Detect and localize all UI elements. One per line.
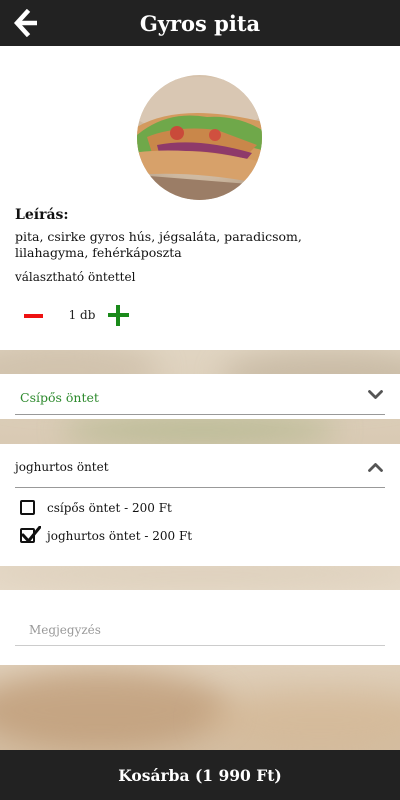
description-text: pita, csirke gyros hús, jégsaláta, parad… (15, 229, 302, 260)
option-yogurt-sauce[interactable]: joghurtos öntet - 200 Ft (20, 526, 320, 546)
quantity-value: 1 db (68, 308, 96, 322)
product-card: Leírás: pita, csirke gyros hús, jégsalát… (0, 46, 400, 350)
add-to-cart-label: Kosárba (1 990 Ft) (118, 765, 282, 785)
option-label: csípős öntet - 200 Ft (47, 501, 172, 515)
back-button[interactable] (13, 8, 44, 38)
divider (15, 414, 385, 415)
sauce-dropdown[interactable]: Csípős öntet (0, 374, 400, 419)
checkmark-icon (21, 526, 41, 543)
checkbox-unchecked[interactable] (20, 500, 35, 515)
product-image (137, 75, 262, 200)
divider (15, 487, 385, 488)
minus-icon[interactable] (24, 314, 43, 318)
option-spicy-sauce[interactable]: csípős öntet - 200 Ft (20, 498, 320, 518)
description-title: Leírás: (15, 207, 69, 223)
page-title: Gyros pita (139, 10, 261, 36)
arrow-left-icon (13, 8, 37, 38)
note-card (0, 590, 400, 665)
sauce-options-header[interactable]: joghurtos öntet (0, 444, 400, 488)
add-to-cart-button[interactable]: Kosárba (1 990 Ft) (0, 750, 400, 800)
sauce-dropdown-selected: Csípős öntet (20, 390, 99, 405)
option-label: joghurtos öntet - 200 Ft (47, 529, 193, 543)
sauce-options-panel: joghurtos öntet csípős öntet - 200 Ft jo… (0, 444, 400, 566)
gyros-illustration (137, 77, 262, 200)
sauce-note: választható öntettel (15, 270, 136, 284)
chevron-down-icon (368, 390, 383, 399)
sauce-options-title: joghurtos öntet (15, 460, 109, 474)
chevron-up-icon (368, 463, 383, 472)
top-bar: Gyros pita (0, 0, 400, 46)
note-input[interactable] (15, 614, 385, 646)
quantity-stepper: 1 db (18, 303, 218, 329)
checkbox-checked[interactable] (20, 526, 41, 543)
plus-icon[interactable] (108, 305, 129, 326)
